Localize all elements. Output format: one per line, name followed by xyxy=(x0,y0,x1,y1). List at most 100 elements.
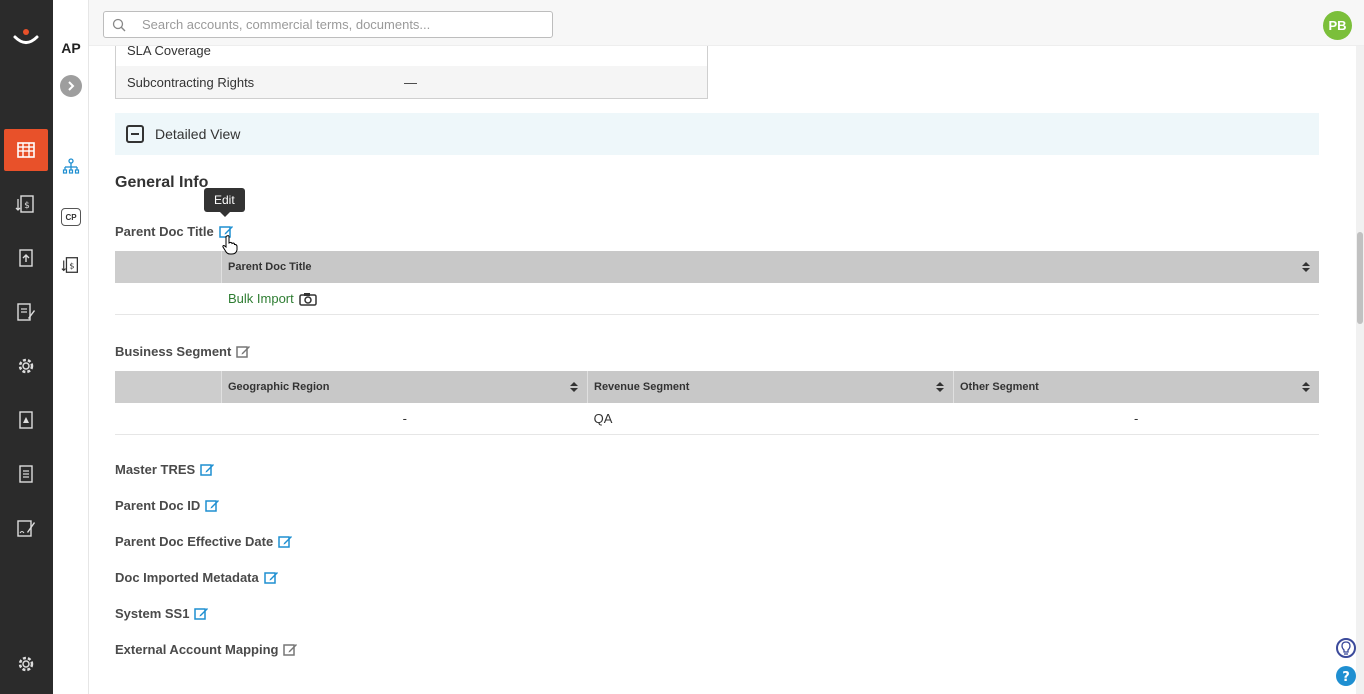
lightbulb-icon xyxy=(1341,641,1351,655)
edit-icon[interactable] xyxy=(200,462,215,477)
sort-icon[interactable] xyxy=(1302,382,1310,392)
field-label: Parent Doc ID xyxy=(115,498,201,513)
top-bar: PB xyxy=(89,0,1364,46)
bulk-import-label: Bulk Import xyxy=(228,291,294,306)
svg-text:$: $ xyxy=(24,201,30,211)
edit-icon[interactable] xyxy=(194,606,209,621)
term-key: Subcontracting Rights xyxy=(127,74,255,90)
field-label: Business Segment xyxy=(115,344,232,359)
grid-header-spacer xyxy=(115,371,222,403)
grid-cell: - xyxy=(402,411,407,426)
sub-item-transactions[interactable]: $ xyxy=(59,253,83,277)
dollar-transfer-icon: $ xyxy=(61,257,78,273)
edit-icon[interactable] xyxy=(236,344,251,359)
tips-button[interactable] xyxy=(1336,638,1356,658)
table-row: - QA - xyxy=(115,403,1319,435)
edit-tooltip: Edit xyxy=(204,188,245,217)
term-key: SLA Coverage xyxy=(127,46,211,58)
field-label: Doc Imported Metadata xyxy=(115,570,259,585)
user-avatar[interactable]: PB xyxy=(1323,11,1352,40)
term-value: — xyxy=(404,74,417,90)
app-logo[interactable] xyxy=(10,22,42,54)
field-parent-doc-id: Parent Doc ID xyxy=(115,498,220,513)
svg-text:?: ? xyxy=(1342,670,1350,683)
section-title: General Info xyxy=(115,174,209,191)
detailed-view-header[interactable]: Detailed View xyxy=(115,113,1319,155)
edit-icon[interactable] xyxy=(283,642,298,657)
parent-doc-title-grid: Parent Doc Title Bulk Import xyxy=(115,251,1319,315)
contract-terms-table: SLA Coverage Subcontracting Rights — xyxy=(115,46,708,99)
field-label: External Account Mapping xyxy=(115,642,279,657)
rail-item-alerts[interactable] xyxy=(4,399,48,441)
column-header[interactable]: Revenue Segment xyxy=(588,371,954,403)
grid-cell: Bulk Import xyxy=(222,291,1319,306)
rail-item-reports[interactable] xyxy=(4,453,48,495)
expand-nav-button[interactable] xyxy=(60,75,82,97)
gear-icon xyxy=(18,358,34,374)
field-label: Parent Doc Effective Date xyxy=(115,534,274,549)
help-button[interactable]: ? xyxy=(1336,666,1356,686)
main-scrollbar[interactable] xyxy=(1356,46,1364,694)
sub-item-hierarchy[interactable] xyxy=(59,155,83,179)
bulk-import-link[interactable]: Bulk Import xyxy=(228,291,317,306)
search-input[interactable] xyxy=(134,17,552,32)
building-icon xyxy=(17,142,35,158)
grid-header-spacer xyxy=(115,251,222,283)
column-header[interactable]: Other Segment xyxy=(954,371,1319,403)
signature-icon xyxy=(17,520,35,537)
field-system-ss1: System SS1 xyxy=(115,606,209,621)
warning-document-icon xyxy=(19,411,33,429)
field-master-tres: Master TRES xyxy=(115,462,215,477)
grid-cell: QA xyxy=(593,411,613,426)
edit-icon[interactable] xyxy=(264,570,279,585)
rail-item-accounts[interactable] xyxy=(4,129,48,171)
main-nav-rail: $ xyxy=(0,0,53,694)
hierarchy-icon xyxy=(62,158,80,174)
search-icon xyxy=(104,18,134,32)
camera-icon[interactable] xyxy=(299,292,317,306)
column-header[interactable]: Parent Doc Title xyxy=(222,251,1319,283)
rail-item-settings[interactable] xyxy=(4,345,48,387)
grid-header: Geographic Region Revenue Segment Other … xyxy=(115,371,1319,403)
table-row: Subcontracting Rights — xyxy=(116,66,707,98)
sub-nav: AP CP $ xyxy=(53,0,89,694)
cp-badge-button[interactable]: CP xyxy=(61,208,81,226)
rail-item-edit-docs[interactable] xyxy=(4,291,48,333)
column-header[interactable]: Geographic Region xyxy=(222,371,588,403)
field-label: Master TRES xyxy=(115,462,196,477)
detailed-view-title: Detailed View xyxy=(155,126,241,142)
chevron-right-icon xyxy=(68,81,75,91)
column-label: Revenue Segment xyxy=(594,381,690,393)
field-business-segment: Business Segment xyxy=(115,344,251,359)
global-search[interactable] xyxy=(103,11,553,38)
business-segment-grid: Geographic Region Revenue Segment Other … xyxy=(115,371,1319,435)
field-parent-doc-title: Parent Doc Title xyxy=(115,224,234,239)
field-label: Parent Doc Title xyxy=(115,224,214,239)
field-label: System SS1 xyxy=(115,606,190,621)
grid-cell: - xyxy=(1134,411,1139,426)
edit-icon[interactable] xyxy=(205,498,220,513)
column-label: Geographic Region xyxy=(228,381,330,393)
rail-item-admin-settings[interactable] xyxy=(4,643,48,685)
document-edit-icon xyxy=(17,303,35,321)
sort-icon[interactable] xyxy=(936,382,944,392)
rail-item-signature[interactable] xyxy=(4,507,48,549)
rail-item-transactions[interactable]: $ xyxy=(4,183,48,225)
gear-icon xyxy=(18,656,34,672)
question-icon: ? xyxy=(1342,670,1350,683)
sort-icon[interactable] xyxy=(1302,262,1310,272)
file-upload-icon xyxy=(19,249,33,267)
edit-icon[interactable] xyxy=(278,534,293,549)
rail-item-upload[interactable] xyxy=(4,237,48,279)
field-doc-imported-metadata: Doc Imported Metadata xyxy=(115,570,279,585)
main-content: SLA Coverage Subcontracting Rights — Det… xyxy=(89,46,1356,694)
scrollbar-thumb[interactable] xyxy=(1357,232,1363,324)
column-label: Other Segment xyxy=(960,381,1039,393)
collapse-icon[interactable] xyxy=(126,125,144,143)
sort-icon[interactable] xyxy=(570,382,578,392)
grid-header: Parent Doc Title xyxy=(115,251,1319,283)
svg-text:$: $ xyxy=(69,261,74,271)
field-parent-doc-effective-date: Parent Doc Effective Date xyxy=(115,534,293,549)
column-label: Parent Doc Title xyxy=(228,261,312,273)
table-row: Bulk Import xyxy=(115,283,1319,315)
